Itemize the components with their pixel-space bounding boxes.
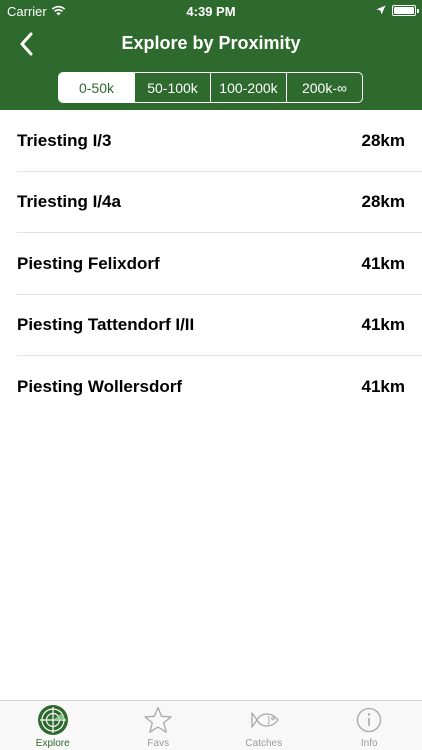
tab-favs[interactable]: Favs: [106, 701, 212, 750]
page-title: Explore by Proximity: [121, 33, 301, 53]
tab-catches[interactable]: Catches: [211, 701, 317, 750]
list-item-name: Triesting I/3: [17, 130, 112, 150]
info-icon: [352, 704, 386, 736]
segment-50-100k[interactable]: 50-100k: [134, 73, 210, 102]
tab-label: Explore: [35, 738, 70, 749]
list-item-name: Piesting Tattendorf I/II: [17, 315, 195, 335]
radar-icon: [36, 704, 70, 736]
tab-label: Info: [360, 738, 378, 749]
list-item-name: Piesting Felixdorf: [17, 253, 160, 273]
header: Carrier 4:39 PM Explore by Proximity 0-5…: [0, 0, 422, 110]
status-right: [376, 3, 419, 18]
status-bar: Carrier 4:39 PM: [0, 0, 422, 22]
segment-0-50k[interactable]: 0-50k: [59, 73, 134, 102]
list-item-name: Triesting I/4a: [17, 192, 121, 212]
list-item-distance: 28km: [361, 192, 405, 212]
list-item[interactable]: Triesting I/3 28km: [0, 110, 422, 172]
fish-icon: [247, 704, 281, 736]
segment-200k-infinity[interactable]: 200k-∞: [286, 73, 362, 102]
list-item-distance: 41km: [361, 315, 405, 335]
segment-100-200k[interactable]: 100-200k: [210, 73, 286, 102]
list-item-distance: 28km: [361, 130, 405, 150]
list-item[interactable]: Triesting I/4a 28km: [0, 172, 422, 234]
list-item-name: Piesting Wollersdorf: [17, 376, 182, 396]
list-item-distance: 41km: [361, 376, 405, 396]
distance-segmented-control: 0-50k 50-100k 100-200k 200k-∞: [58, 72, 363, 103]
list-item[interactable]: Piesting Felixdorf 41km: [0, 233, 422, 295]
star-icon: [141, 704, 175, 736]
tab-bar: Explore Favs Catches Info: [0, 700, 422, 750]
tab-info[interactable]: Info: [317, 701, 422, 750]
tab-label: Catches: [245, 738, 283, 749]
location-arrow-icon: [376, 3, 386, 18]
tab-explore[interactable]: Explore: [0, 701, 106, 750]
proximity-list: Triesting I/3 28km Triesting I/4a 28km P…: [0, 110, 422, 418]
list-item-distance: 41km: [361, 253, 405, 273]
battery-icon: [392, 5, 419, 16]
list-item[interactable]: Piesting Tattendorf I/II 41km: [0, 295, 422, 357]
tab-label: Favs: [147, 738, 170, 749]
list-item[interactable]: Piesting Wollersdorf 41km: [0, 356, 422, 418]
status-time: 4:39 PM: [186, 4, 236, 19]
nav-bar: Explore by Proximity: [0, 22, 422, 66]
